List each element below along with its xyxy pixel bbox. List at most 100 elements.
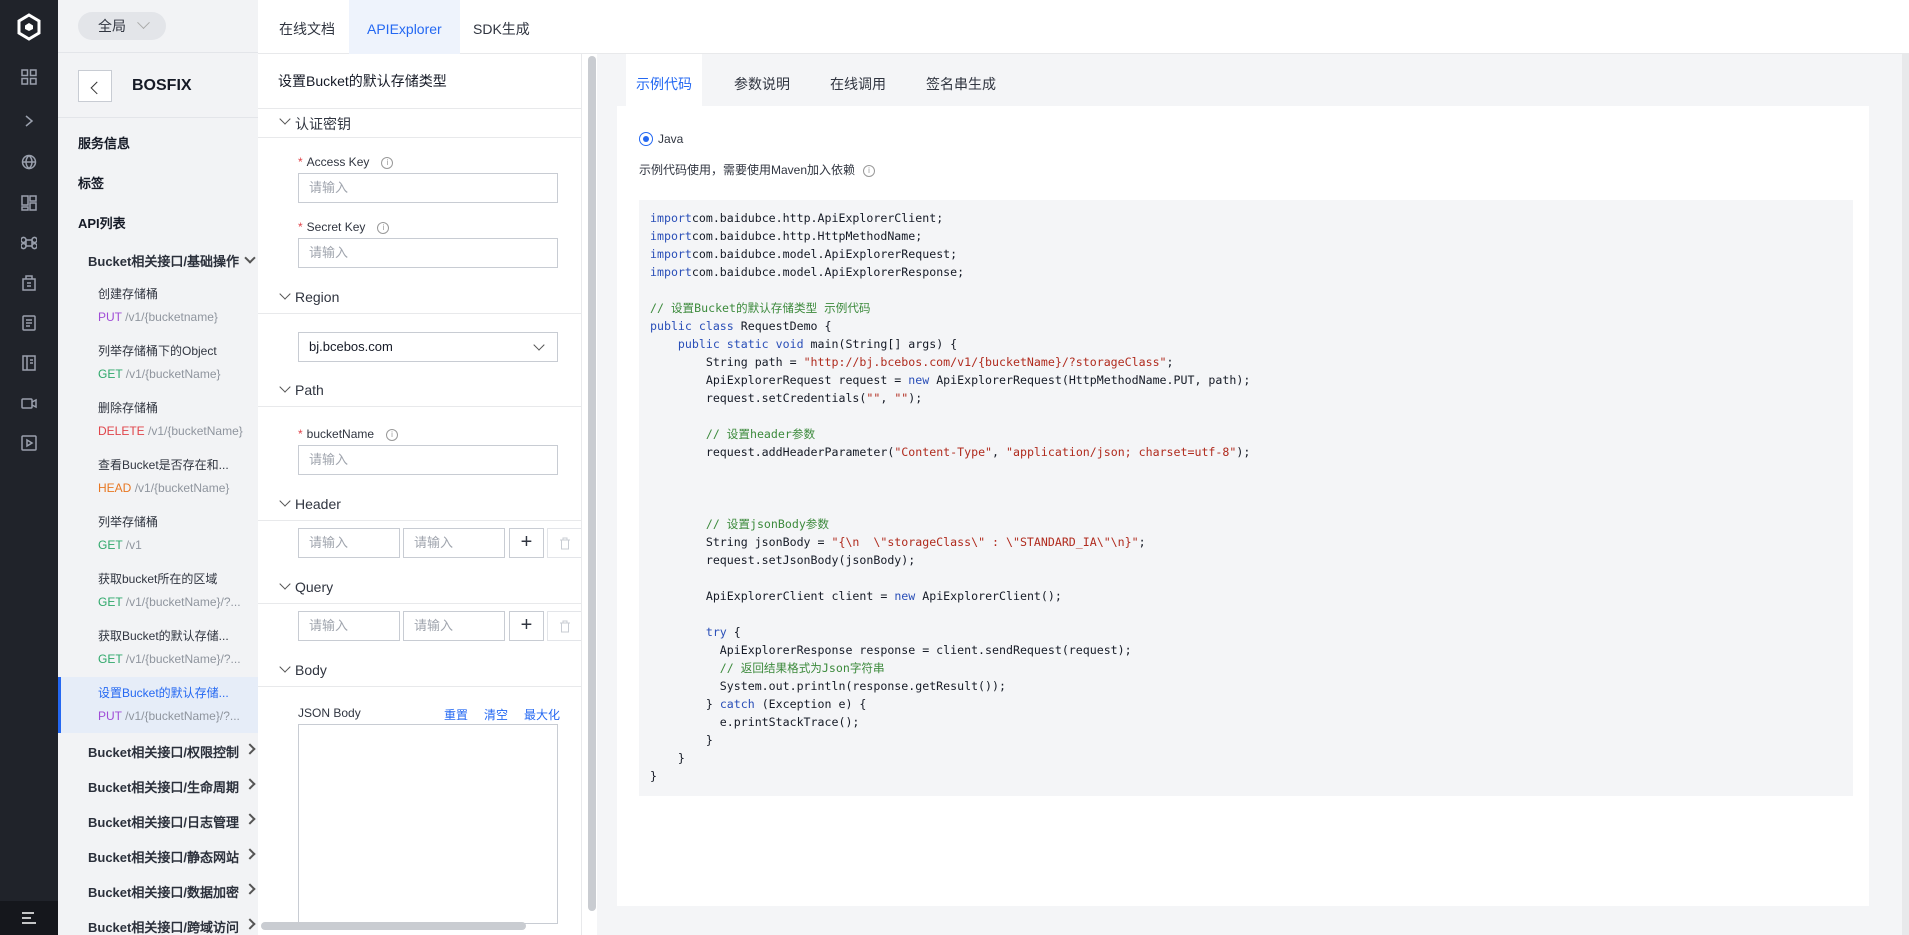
info-icon[interactable]: i xyxy=(863,164,876,177)
play-icon[interactable] xyxy=(19,433,39,453)
api-group[interactable]: Bucket相关接口/权限控制 xyxy=(88,742,258,761)
info-icon[interactable]: i xyxy=(377,221,390,234)
query-value-input[interactable]: 请输入 xyxy=(403,611,505,641)
chevron-right-icon xyxy=(244,743,256,755)
nav-tags[interactable]: 标签 xyxy=(78,173,104,192)
tab-online-docs[interactable]: 在线文档 xyxy=(279,0,335,54)
api-name: 列举存储桶 xyxy=(98,515,159,529)
form-scrollbar[interactable] xyxy=(587,54,597,911)
access-key-label: * Access Key i xyxy=(298,155,394,169)
api-group-label: Bucket相关接口/生命周期 xyxy=(88,780,239,795)
api-item[interactable]: 列举存储桶下的Object GET /v1/{bucketName} xyxy=(58,335,258,391)
api-item[interactable]: 创建存储桶 PUT /v1/{bucketname} xyxy=(58,278,258,334)
grid-icon[interactable] xyxy=(19,67,39,87)
code-line: public static void main(String[] args) { xyxy=(656,337,958,351)
content-area: 示例代码 参数说明 在线调用 签名串生成 Java 示例代码使用，需要使用Mav… xyxy=(597,54,1909,935)
api-group[interactable]: Bucket相关接口/日志管理 xyxy=(88,812,258,831)
api-name: 创建存储桶 xyxy=(98,287,159,301)
api-group[interactable]: Bucket相关接口/跨域访问 xyxy=(88,917,258,935)
code-line: importcom.baidubce.model.ApiExplorerRequ… xyxy=(650,247,958,261)
tab-param-doc[interactable]: 参数说明 xyxy=(734,54,790,106)
api-item[interactable]: 获取Bucket的默认存储... GET /v1/{bucketName}/?..… xyxy=(58,620,258,676)
label-text: bucketName xyxy=(306,427,375,441)
api-group-label: Bucket相关接口/静态网站 xyxy=(88,850,239,865)
nav-service-info[interactable]: 服务信息 xyxy=(78,133,130,152)
section-auth[interactable]: 认证密钥 xyxy=(258,108,581,138)
info-icon[interactable]: i xyxy=(386,428,399,441)
form-title: 设置Bucket的默认存储类型 xyxy=(278,73,447,89)
document-icon[interactable] xyxy=(19,313,39,333)
api-group-basic[interactable]: Bucket相关接口/基础操作 xyxy=(88,251,258,270)
api-group[interactable]: Bucket相关接口/生命周期 xyxy=(88,777,258,796)
camera-icon[interactable] xyxy=(19,393,39,413)
api-item[interactable]: 获取bucket所在的区域 GET /v1/{bucketName}/?... xyxy=(58,563,258,619)
add-query-button[interactable]: + xyxy=(509,611,544,641)
code-line: ApiExplorerClient client = new ApiExplor… xyxy=(650,589,1062,603)
globe-icon[interactable] xyxy=(19,152,39,172)
section-query[interactable]: Query xyxy=(258,574,581,604)
command-icon[interactable] xyxy=(19,233,39,253)
header-value-input[interactable]: 请输入 xyxy=(403,528,505,558)
api-method: GET xyxy=(98,652,123,666)
nav-api-list[interactable]: API列表 xyxy=(78,213,126,232)
region-select[interactable]: bj.bcebos.com xyxy=(298,332,558,362)
note-text: 示例代码使用，需要使用Maven加入依赖 xyxy=(639,163,856,177)
code-line: } catch (Exception e) { xyxy=(650,697,867,711)
api-name: 获取Bucket的默认存储... xyxy=(98,629,229,643)
json-body-editor[interactable] xyxy=(298,724,558,924)
api-item[interactable]: 删除存储桶 DELETE /v1/{bucketName} xyxy=(58,392,258,448)
trash-icon[interactable] xyxy=(547,611,581,641)
section-path[interactable]: Path xyxy=(258,377,581,407)
request-form: 设置Bucket的默认存储类型 认证密钥 * Access Key i 请输入 * S… xyxy=(258,54,582,935)
bucket-name-input[interactable]: 请输入 xyxy=(298,445,558,475)
code-line: } xyxy=(650,769,657,783)
tab-sdk-gen[interactable]: SDK生成 xyxy=(473,0,530,54)
info-icon[interactable]: i xyxy=(381,156,394,169)
clear-link[interactable]: 清空 xyxy=(484,708,508,722)
api-group-label: Bucket相关接口/跨域访问 xyxy=(88,920,239,935)
access-key-input[interactable]: 请输入 xyxy=(298,173,558,203)
api-group[interactable]: Bucket相关接口/数据加密 xyxy=(88,882,258,901)
scope-dropdown[interactable]: 全局 xyxy=(78,12,166,40)
top-tabs: 在线文档 APIExplorer SDK生成 xyxy=(258,0,1909,54)
code-line: try { xyxy=(650,625,741,639)
api-item[interactable]: 查看Bucket是否存在和... HEAD /v1/{bucketName} xyxy=(58,449,258,505)
tab-signature[interactable]: 签名串生成 xyxy=(926,54,996,106)
building-icon[interactable] xyxy=(19,273,39,293)
query-key-input[interactable]: 请输入 xyxy=(298,611,400,641)
code-line: // 设置Bucket的默认存储类型 示例代码 xyxy=(650,301,871,315)
page-scrollbar[interactable] xyxy=(1902,54,1909,935)
api-item-active[interactable]: 设置Bucket的默认存储... PUT /v1/{bucketName}/?..… xyxy=(58,677,258,733)
book-icon[interactable] xyxy=(19,353,39,373)
header-key-input[interactable]: 请输入 xyxy=(298,528,400,558)
cube-logo-icon[interactable] xyxy=(14,12,44,42)
dashboard-icon[interactable] xyxy=(19,193,39,213)
java-radio[interactable] xyxy=(639,132,653,146)
tab-online-call[interactable]: 在线调用 xyxy=(830,54,886,106)
code-line: ApiExplorerRequest request = new ApiExpl… xyxy=(650,373,1251,387)
menu-icon[interactable] xyxy=(0,901,58,935)
content-tabs: 示例代码 参数说明 在线调用 签名串生成 xyxy=(617,54,1869,106)
section-region[interactable]: Region xyxy=(258,284,581,314)
api-item[interactable]: 列举存储桶 GET /v1 xyxy=(58,506,258,562)
reset-link[interactable]: 重置 xyxy=(444,708,468,722)
horizontal-scrollbar[interactable] xyxy=(258,922,598,930)
maximize-link[interactable]: 最大化 xyxy=(524,708,560,722)
section-label: 认证密钥 xyxy=(295,116,351,132)
section-label: Query xyxy=(295,579,334,595)
add-header-button[interactable]: + xyxy=(509,528,544,558)
maven-note: 示例代码使用，需要使用Maven加入依赖 i xyxy=(639,161,876,178)
java-label[interactable]: Java xyxy=(658,132,683,146)
section-body[interactable]: Body xyxy=(258,657,581,687)
secret-key-input[interactable]: 请输入 xyxy=(298,238,558,268)
code-line: e.printStackTrace(); xyxy=(650,715,860,729)
tab-api-explorer[interactable]: APIExplorer xyxy=(349,0,460,54)
expand-icon[interactable] xyxy=(19,111,39,131)
api-path: /v1/{bucketName}/?... xyxy=(125,595,241,609)
tab-sample-code[interactable]: 示例代码 xyxy=(626,54,702,106)
api-group[interactable]: Bucket相关接口/静态网站 xyxy=(88,847,258,866)
back-button[interactable] xyxy=(78,70,112,102)
section-header[interactable]: Header xyxy=(258,491,581,521)
chevron-left-icon xyxy=(90,81,103,94)
trash-icon[interactable] xyxy=(547,528,581,558)
